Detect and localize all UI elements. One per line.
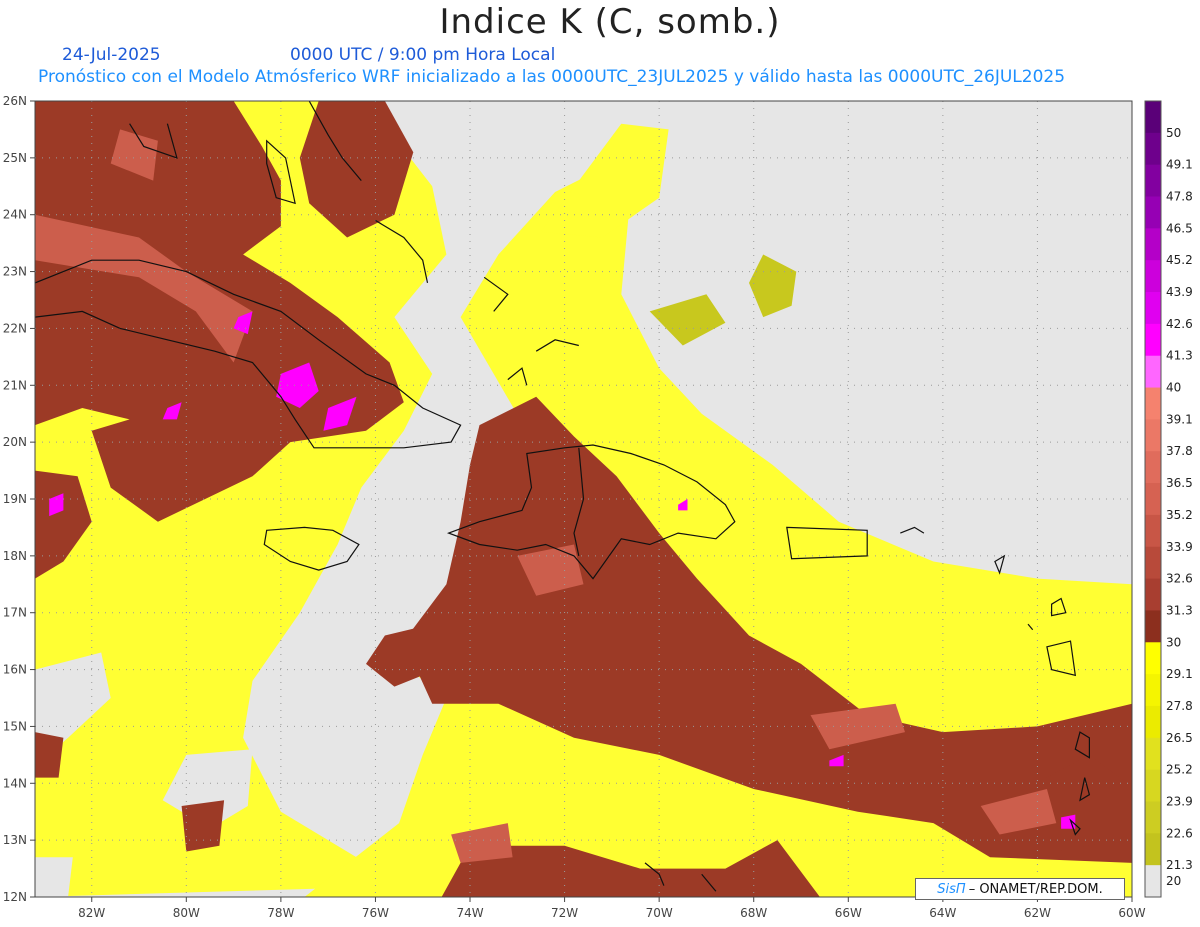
colorbar-cell — [1145, 865, 1161, 898]
colorbar-label: 21.3 — [1166, 858, 1193, 872]
y-tick-label: 25N — [3, 151, 27, 165]
colorbar-label: 25.2 — [1166, 763, 1193, 777]
colorbar-cell — [1145, 514, 1161, 548]
region-r — [35, 732, 64, 778]
colorbar-cell — [1145, 101, 1161, 134]
y-tick-label: 26N — [3, 94, 27, 108]
colorbar-label: 29.1 — [1166, 667, 1193, 681]
forecast-description: Pronóstico con el Modelo Atmósferico WRF… — [38, 67, 1066, 87]
colorbar-cell — [1145, 196, 1161, 229]
colorbar-cell — [1145, 419, 1161, 452]
colorbar-cell — [1145, 228, 1161, 261]
colorbar-label: 43.9 — [1166, 285, 1193, 299]
credit-box: SisΠ – ONAMET/REP.DOM. — [915, 878, 1125, 900]
colorbar-label: 22.6 — [1166, 826, 1193, 840]
x-tick-label: 78W — [267, 906, 294, 920]
y-tick-label: 15N — [3, 719, 27, 733]
colorbar-label: 32.6 — [1166, 572, 1193, 586]
forecast-date: 24-Jul-2025 — [62, 45, 161, 65]
colorbar-label: 49.1 — [1166, 158, 1193, 172]
x-tick-label: 82W — [78, 906, 105, 920]
colorbar-cell — [1145, 610, 1161, 643]
x-tick-label: 72W — [551, 906, 578, 920]
y-tick-label: 22N — [3, 321, 27, 335]
x-tick-label: 68W — [740, 906, 767, 920]
colorbar-label: 42.6 — [1166, 317, 1193, 331]
y-tick-label: 21N — [3, 378, 27, 392]
y-tick-label: 18N — [3, 549, 27, 563]
x-tick-label: 62W — [1024, 906, 1051, 920]
y-tick-label: 12N — [3, 890, 27, 904]
region-sea — [35, 857, 73, 897]
y-tick-label: 14N — [3, 776, 27, 790]
colorbar: 50 49.1 47.8 46.5 45.2 43.9 42.6 41.3 40 39.1 37.8… — [1144, 100, 1193, 898]
y-tick-label: 23N — [3, 265, 27, 279]
colorbar-label: 23.9 — [1166, 794, 1193, 808]
colorbar-label: 45.2 — [1166, 253, 1193, 267]
y-tick-label: 16N — [3, 663, 27, 677]
credit-org: – ONAMET/REP.DOM. — [968, 881, 1103, 897]
region-r — [181, 800, 225, 852]
colorbar-label: 31.3 — [1166, 603, 1193, 617]
y-tick-label: 17N — [3, 606, 27, 620]
colorbar-label: 39.1 — [1166, 412, 1193, 426]
colorbar-label: 37.8 — [1166, 444, 1193, 458]
colorbar-cell — [1145, 546, 1161, 580]
colorbar-cell — [1145, 674, 1161, 707]
colorbar-cell — [1145, 132, 1161, 166]
k-index-map: 82W 80W 78W 76W 74W 72W 70W 68W 66W 64W 62W 60W 12N 1… — [3, 94, 1193, 920]
x-tick-label: 76W — [362, 906, 389, 920]
x-tick-label: 74W — [456, 906, 483, 920]
colorbar-cell — [1145, 483, 1161, 516]
y-tick-label: 24N — [3, 208, 27, 222]
colorbar-cell — [1145, 705, 1161, 739]
x-tick-label: 60W — [1118, 906, 1145, 920]
y-tick-label: 19N — [3, 492, 27, 506]
colorbar-cell — [1145, 801, 1161, 834]
forecast-time: 0000 UTC / 9:00 pm Hora Local — [290, 45, 556, 65]
colorbar-label: 20 — [1166, 874, 1181, 888]
colorbar-cell — [1145, 164, 1161, 198]
x-tick-label: 80W — [173, 906, 200, 920]
colorbar-label: 35.2 — [1166, 508, 1193, 522]
colorbar-label: 26.5 — [1166, 731, 1193, 745]
y-tick-label: 13N — [3, 833, 27, 847]
colorbar-cell — [1145, 260, 1161, 293]
colorbar-label: 40 — [1166, 381, 1181, 395]
colorbar-cell — [1145, 642, 1161, 675]
y-tick-label: 20N — [3, 435, 27, 449]
colorbar-cell — [1145, 387, 1161, 420]
colorbar-label: 50 — [1166, 126, 1181, 140]
colorbar-label: 27.8 — [1166, 699, 1193, 713]
credit-brand: SisΠ — [937, 881, 966, 897]
colorbar-label: 46.5 — [1166, 221, 1193, 235]
colorbar-cell — [1145, 833, 1161, 866]
page-title: Indice K (C, somb.) — [439, 2, 781, 42]
colorbar-label: 47.8 — [1166, 190, 1193, 204]
x-tick-label: 64W — [929, 906, 956, 920]
x-tick-label: 66W — [835, 906, 862, 920]
colorbar-cell — [1145, 737, 1161, 771]
colorbar-cell — [1145, 355, 1161, 389]
colorbar-label: 41.3 — [1166, 349, 1193, 363]
colorbar-label: 33.9 — [1166, 540, 1193, 554]
colorbar-cell — [1145, 323, 1161, 357]
colorbar-label: 30 — [1166, 635, 1181, 649]
colorbar-label: 36.5 — [1166, 476, 1193, 490]
colorbar-cell — [1145, 769, 1161, 802]
colorbar-cell — [1145, 292, 1161, 325]
colorbar-cell — [1145, 578, 1161, 611]
colorbar-cell — [1145, 451, 1161, 484]
x-tick-label: 70W — [646, 906, 673, 920]
